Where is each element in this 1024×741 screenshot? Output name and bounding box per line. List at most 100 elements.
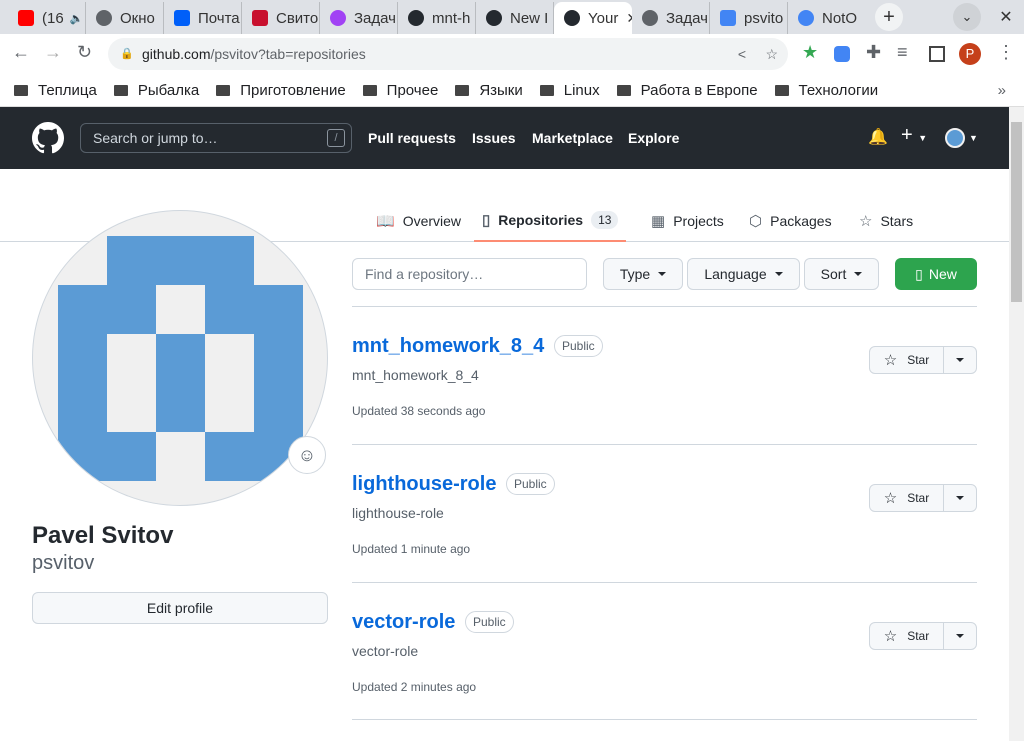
browser-tab[interactable]: psvito [710,2,788,34]
star-button[interactable]: ☆ Star [870,347,944,373]
visibility-badge: Public [554,335,603,357]
caret-down-icon [774,272,783,276]
share-icon[interactable]: < [738,38,746,70]
repo-updated: Updated 38 seconds ago [352,404,486,418]
browser-tab[interactable]: Свито [242,2,320,34]
extension-icon[interactable]: ★ [802,42,818,63]
menu-icon[interactable]: ⋮ [997,42,1015,63]
star-button[interactable]: ☆ Star [870,623,944,649]
repo-name-link[interactable]: vector-role [352,611,455,634]
search-input[interactable]: Search or jump to… / [80,123,352,153]
tab-search-button[interactable]: ⌄ [953,3,981,31]
star-button-group: ☆ Star [869,484,977,512]
repo-name-link[interactable]: mnt_homework_8_4 [352,335,544,358]
edit-profile-button[interactable]: Edit profile [32,592,328,624]
table-icon: ▦ [651,213,666,230]
tasks-icon [330,10,346,26]
bookmark-folder[interactable]: Рыбалка [113,82,199,99]
more-bookmarks-icon[interactable]: » [998,82,1006,99]
browser-tab[interactable]: New I [476,2,554,34]
forward-button[interactable]: → [44,42,62,63]
repo-description: mnt_homework_8_4 [352,367,479,383]
tab-overview[interactable]: 📖 Overview [376,200,461,242]
find-repository-input[interactable]: Find a repository… [352,258,587,290]
nav-issues[interactable]: Issues [472,130,516,146]
identicon-cell [156,334,205,432]
tab-packages[interactable]: ⬡ Packages [749,200,832,242]
new-repository-button[interactable]: ▯ New [895,258,977,290]
bookmark-folder[interactable]: Теплица [14,82,97,99]
reading-list-icon[interactable]: ≡ [897,42,908,63]
caret-down-icon [658,272,667,276]
browser-tab-strip: (16 🔈 Окно Почта Свито Задач mnt-h New I … [0,0,1024,34]
tab-projects[interactable]: ▦ Projects [651,200,724,242]
github-logo-icon[interactable] [32,122,64,154]
tab-stars[interactable]: ☆ Stars [859,200,913,242]
browser-tab[interactable]: Задач [632,2,710,34]
repo-list-item: vector-role Public vector-role Updated 2… [352,582,977,720]
create-new-dropdown[interactable]: + ▼ [901,124,927,147]
lock-icon: 🔒 [120,48,134,60]
repo-description: vector-role [352,643,419,659]
github-header: Search or jump to… / Pull requests Issues… [0,107,1009,169]
browser-tab[interactable]: Задач [320,2,398,34]
page-scrollbar[interactable] [1009,107,1024,741]
identicon-cell [254,334,303,432]
notifications-bell-icon[interactable]: 🔔 [868,127,888,147]
bookmark-folder[interactable]: Linux [539,82,600,99]
profile-avatar-identicon [32,210,328,506]
star-icon: ☆ [859,213,873,230]
profile-login: psvitov [32,552,95,574]
github-icon [486,10,502,26]
repo-name-link[interactable]: lighthouse-role [352,473,496,496]
browser-tab[interactable]: mnt-h [398,2,476,34]
address-bar[interactable]: 🔒 github.com/psvitov?tab=repositories < … [108,38,788,70]
nav-marketplace[interactable]: Marketplace [532,130,613,146]
bookmark-folder[interactable]: Языки [455,82,523,99]
star-icon: ☆ [883,352,898,369]
language-filter-button[interactable]: Language [687,258,800,290]
new-tab-button[interactable]: + [875,3,903,31]
user-avatar-menu[interactable] [945,128,965,148]
bookmark-folder[interactable]: Работа в Европе [616,82,758,99]
side-panel-icon[interactable] [929,46,945,62]
zoom-extension-icon[interactable] [834,46,850,62]
sort-button[interactable]: Sort [804,258,879,290]
repo-count-badge: 13 [591,211,619,229]
browser-tab[interactable]: Окно [86,2,164,34]
star-list-dropdown[interactable] [956,358,964,362]
repo-icon: ▯ [915,265,923,282]
repo-list-item: lighthouse-role Public lighthouse-role U… [352,444,977,582]
bookmark-folder[interactable]: Прочее [362,82,438,99]
browser-tab[interactable]: NotO [788,2,866,34]
bookmark-star-icon[interactable]: ☆ [765,38,778,70]
star-button-group: ☆ Star [869,346,977,374]
reload-button[interactable]: ↻ [77,42,92,63]
star-list-dropdown[interactable] [956,496,964,500]
folder-icon [616,84,631,96]
browser-tab[interactable]: Почта [164,2,242,34]
nav-explore[interactable]: Explore [628,130,679,146]
github-icon [408,10,424,26]
type-filter-button[interactable]: Type [603,258,683,290]
back-button[interactable]: ← [12,42,30,63]
repo-description: lighthouse-role [352,505,444,521]
tab-repositories[interactable]: ▯ Repositories 13 [474,200,627,242]
browser-tab[interactable]: (16 🔈 [8,2,86,34]
star-icon: ☆ [883,628,898,645]
star-icon: ☆ [883,490,898,507]
visibility-badge: Public [506,473,555,495]
identicon-cell [58,432,156,481]
star-list-dropdown[interactable] [956,634,964,638]
scrollbar-thumb[interactable] [1011,122,1022,302]
extensions-puzzle-icon[interactable]: ✚ [866,42,881,63]
bookmark-folder[interactable]: Технологии [774,82,878,99]
browser-tab-active[interactable]: Your✕ [554,2,632,34]
bookmark-folder[interactable]: Приготовление [216,82,346,99]
github-icon [564,10,580,26]
set-status-smiley-icon[interactable]: ☺ [288,436,326,474]
profile-avatar[interactable]: P [959,43,981,65]
star-button[interactable]: ☆ Star [870,485,944,511]
close-window-button[interactable]: ✕ [992,3,1020,31]
nav-pull-requests[interactable]: Pull requests [368,130,456,146]
